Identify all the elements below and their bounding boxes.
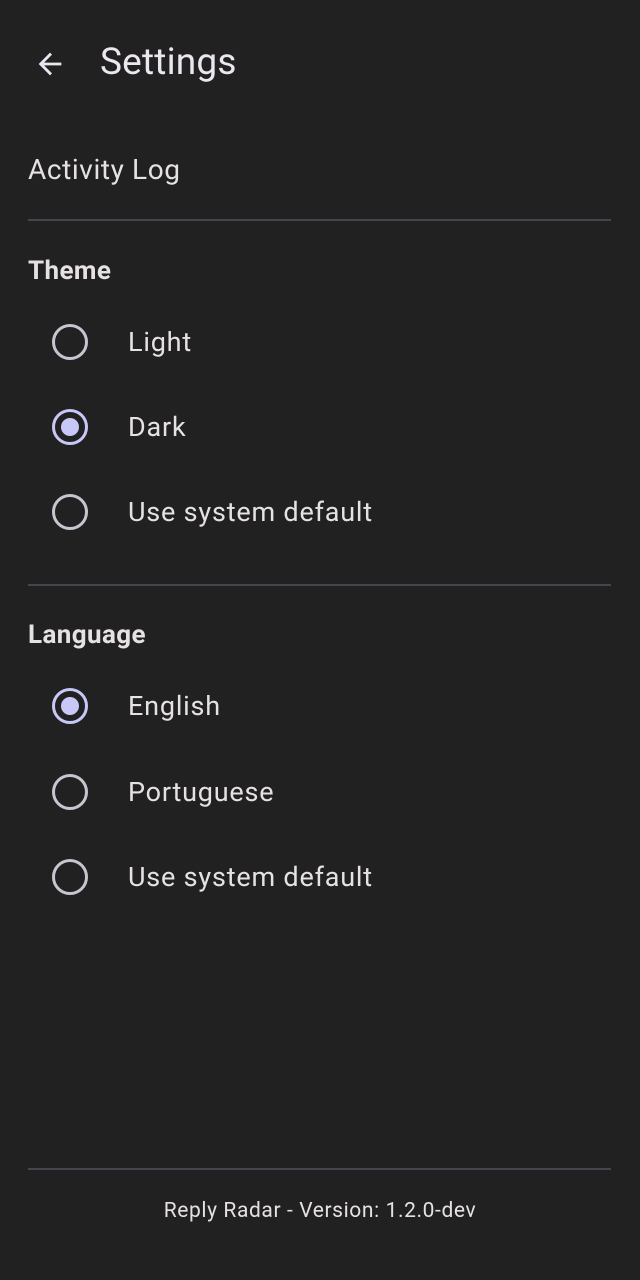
version-text: Reply Radar - Version: 1.2.0-dev bbox=[163, 1199, 477, 1223]
radio-button-icon[interactable] bbox=[52, 859, 88, 895]
theme-option-light[interactable]: Light bbox=[0, 302, 640, 382]
radio-button-icon[interactable] bbox=[52, 494, 88, 530]
top-app-bar: Settings bbox=[0, 0, 640, 126]
page-title: Settings bbox=[100, 41, 237, 84]
theme-option-label: Use system default bbox=[128, 496, 373, 528]
language-option-label: English bbox=[128, 690, 221, 722]
radio-button-icon[interactable] bbox=[52, 774, 88, 810]
activity-log-label: Activity Log bbox=[28, 153, 181, 186]
theme-section-title: Theme bbox=[28, 256, 112, 286]
radio-button-icon[interactable] bbox=[52, 324, 88, 360]
language-option-label: Portuguese bbox=[128, 776, 275, 808]
language-section-title: Language bbox=[28, 620, 146, 650]
footer-divider bbox=[28, 1168, 611, 1170]
activity-log-item[interactable]: Activity Log bbox=[0, 132, 640, 208]
back-button[interactable] bbox=[26, 40, 74, 88]
theme-option-label: Light bbox=[128, 326, 192, 358]
language-option-english[interactable]: English bbox=[0, 666, 640, 746]
radio-button-selected-icon[interactable] bbox=[52, 409, 88, 445]
radio-button-selected-icon[interactable] bbox=[52, 688, 88, 724]
divider bbox=[28, 219, 611, 221]
language-option-portuguese[interactable]: Portuguese bbox=[0, 752, 640, 832]
theme-option-dark[interactable]: Dark bbox=[0, 387, 640, 467]
theme-option-system-default[interactable]: Use system default bbox=[0, 472, 640, 552]
arrow-back-icon bbox=[38, 52, 62, 76]
language-option-system-default[interactable]: Use system default bbox=[0, 837, 640, 917]
theme-option-label: Dark bbox=[128, 411, 187, 443]
language-option-label: Use system default bbox=[128, 861, 373, 893]
divider bbox=[28, 584, 611, 586]
